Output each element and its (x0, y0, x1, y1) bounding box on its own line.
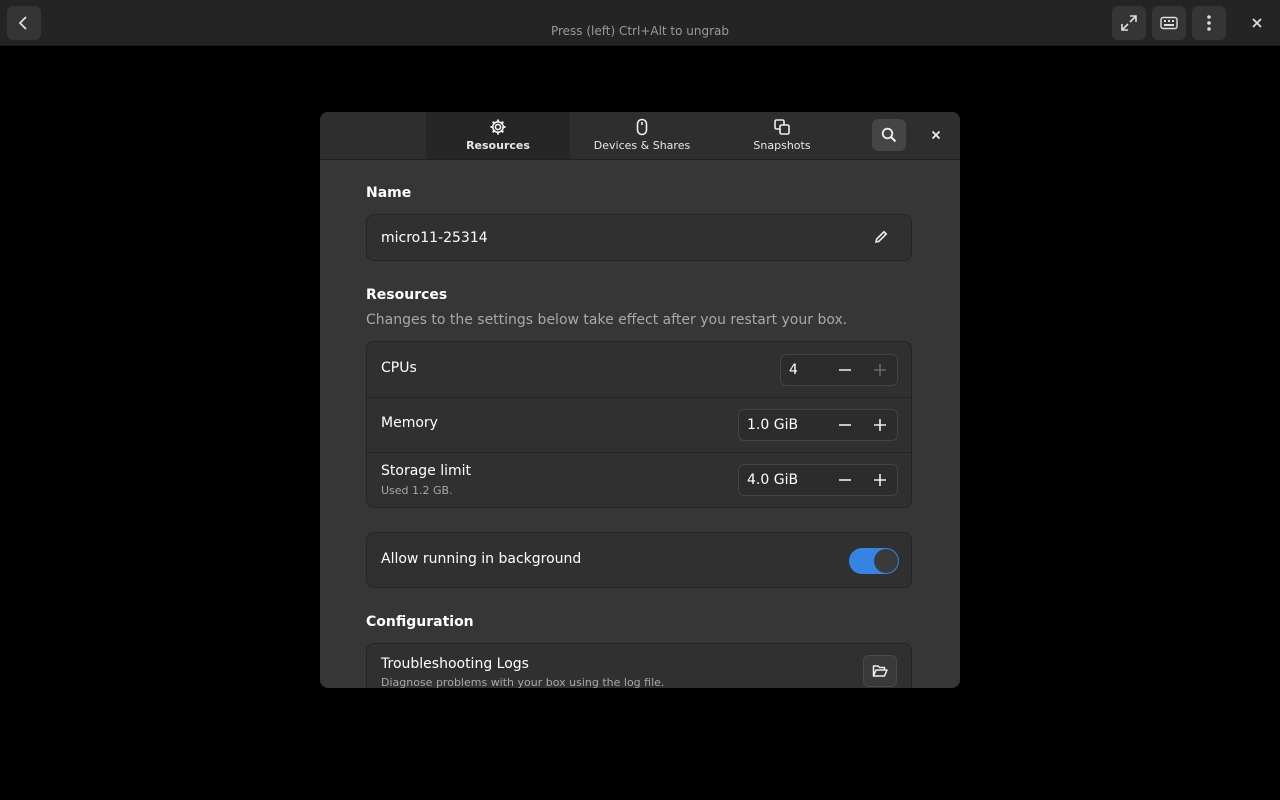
vertical-dots-icon (1207, 15, 1211, 31)
tab-label: Snapshots (753, 139, 811, 152)
name-value[interactable]: micro11-25314 (381, 230, 488, 246)
resources-heading: Resources (366, 287, 448, 303)
ungrab-hint: Press (left) Ctrl+Alt to ungrab (550, 24, 730, 38)
plus-icon (874, 474, 886, 486)
storage-increase-button[interactable] (863, 465, 897, 495)
logs-title: Troubleshooting Logs (381, 656, 529, 672)
keyboard-icon (1160, 16, 1178, 30)
memory-value[interactable]: 1.0 GiB (747, 417, 798, 433)
resources-card: CPUs 4 Memory 1.0 GiB Storage limit Used… (366, 341, 912, 508)
minus-icon (839, 369, 851, 371)
background-label: Allow running in background (381, 551, 582, 567)
expand-arrows-icon (1121, 15, 1137, 31)
preferences-dialog: Resources Devices & Shares Snapshots Nam… (320, 112, 960, 688)
close-icon (931, 130, 941, 140)
memory-row: Memory 1.0 GiB (367, 397, 911, 452)
memory-stepper[interactable]: 1.0 GiB (738, 409, 898, 441)
storage-value[interactable]: 4.0 GiB (747, 472, 798, 488)
mouse-icon (636, 118, 648, 136)
tab-resources[interactable]: Resources (426, 112, 570, 159)
menu-button[interactable] (1192, 6, 1226, 40)
tab-label: Devices & Shares (593, 139, 691, 152)
fullscreen-button[interactable] (1112, 6, 1146, 40)
name-entry-row[interactable]: micro11-25314 (366, 214, 912, 261)
cpus-stepper[interactable]: 4 (780, 354, 898, 386)
edit-name-button[interactable] (873, 229, 889, 249)
tab-devices-shares[interactable]: Devices & Shares (570, 112, 714, 159)
cpus-increase-button[interactable] (863, 355, 897, 385)
cpus-row: CPUs 4 (367, 342, 911, 397)
open-logs-button[interactable] (863, 655, 897, 687)
storage-row: Storage limit Used 1.2 GB. 4.0 GiB (367, 452, 911, 507)
background-row: Allow running in background (366, 532, 912, 588)
keyboard-button[interactable] (1152, 6, 1186, 40)
dialog-header: Resources Devices & Shares Snapshots (320, 112, 960, 160)
logs-subtitle: Diagnose problems with your box using th… (381, 676, 665, 688)
dialog-close-button[interactable] (920, 119, 952, 151)
folder-open-icon (872, 665, 888, 677)
resources-description: Changes to the settings below take effec… (366, 312, 848, 328)
memory-label: Memory (381, 415, 438, 431)
storage-usage: Used 1.2 GB. (381, 484, 453, 497)
memory-increase-button[interactable] (863, 410, 897, 440)
memory-decrease-button[interactable] (828, 410, 862, 440)
snapshots-icon (774, 119, 790, 135)
window-close-button[interactable] (1240, 6, 1274, 40)
storage-stepper[interactable]: 4.0 GiB (738, 464, 898, 496)
cpus-decrease-button[interactable] (828, 355, 862, 385)
storage-decrease-button[interactable] (828, 465, 862, 495)
gear-icon (490, 119, 506, 135)
toggle-knob (874, 549, 898, 573)
tab-snapshots[interactable]: Snapshots (710, 112, 854, 159)
minus-icon (839, 479, 851, 481)
cpus-value[interactable]: 4 (789, 362, 798, 378)
pencil-icon (874, 230, 888, 244)
minus-icon (839, 424, 851, 426)
cpus-label: CPUs (381, 360, 417, 376)
name-heading: Name (366, 185, 412, 201)
plus-icon (874, 364, 886, 376)
close-icon (1252, 18, 1262, 28)
header-bar: Press (left) Ctrl+Alt to ungrab (0, 0, 1280, 46)
plus-icon (874, 419, 886, 431)
search-icon (881, 127, 897, 143)
storage-label: Storage limit (381, 463, 472, 479)
logs-row: Troubleshooting Logs Diagnose problems w… (366, 643, 912, 688)
background-toggle[interactable] (849, 548, 899, 574)
tab-label: Resources (466, 139, 530, 152)
search-button[interactable] (872, 119, 906, 151)
configuration-heading: Configuration (366, 614, 474, 630)
